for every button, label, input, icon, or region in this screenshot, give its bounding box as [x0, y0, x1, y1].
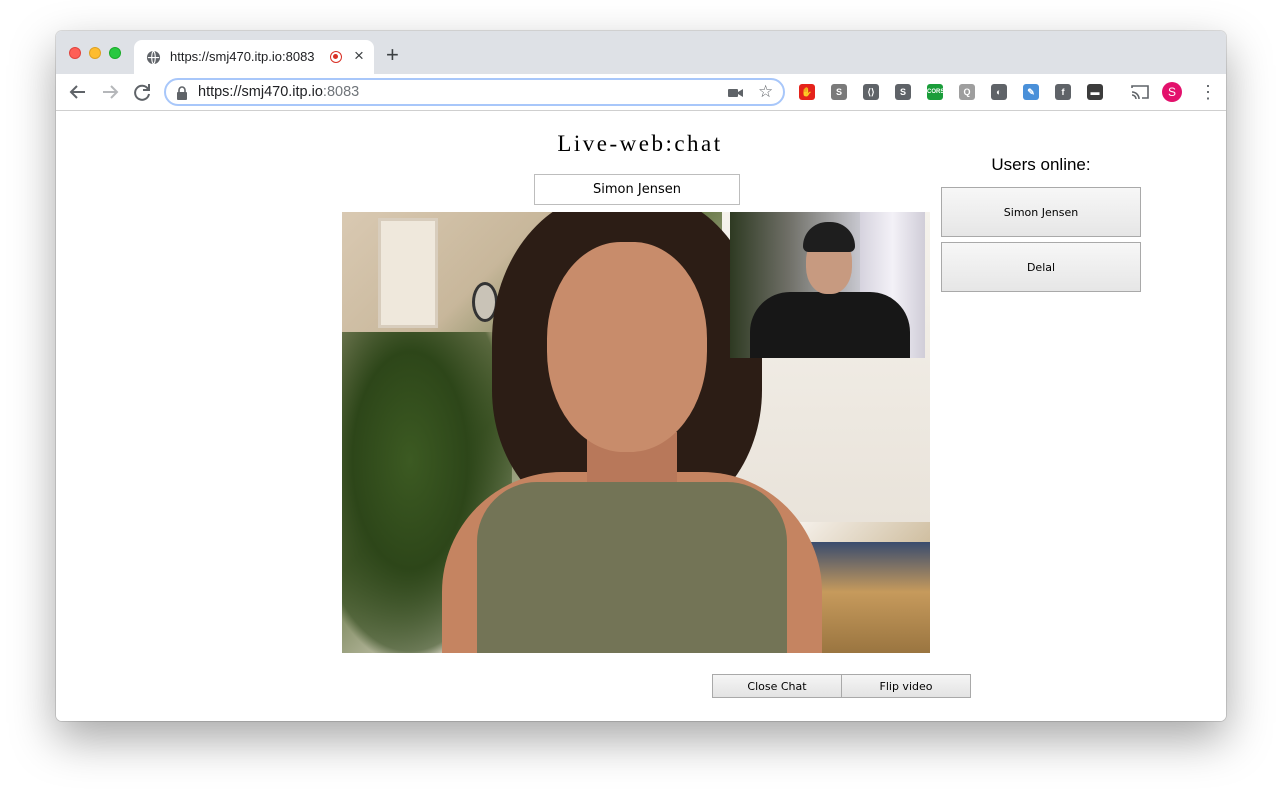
minimize-window-button[interactable] [89, 47, 101, 59]
menu-kebab-icon[interactable]: ⋮ [1199, 83, 1217, 101]
url-port: :8083 [322, 84, 360, 100]
arrow-right-icon[interactable] [98, 80, 122, 104]
video-person-face [547, 242, 707, 452]
video-person-shirt [750, 292, 910, 358]
page-content: Live-web:chat Users online: Simon Jensen… [56, 111, 1226, 721]
skype-extension-icon[interactable]: S [895, 84, 911, 100]
maximize-window-button[interactable] [109, 47, 121, 59]
close-chat-button[interactable]: Close Chat [712, 674, 842, 698]
video-wall-frame [378, 218, 438, 328]
browser-toolbar: https://smj470.itp.io:8083 ☆ ✋ S ⟨⟩ S CORS Q ◐… [56, 74, 1226, 111]
close-window-button[interactable] [69, 47, 81, 59]
username-field[interactable] [534, 174, 740, 205]
cors-extension-icon[interactable]: CORS [927, 84, 944, 100]
tab-title: https://smj470.itp.io:8083 [170, 49, 315, 64]
video-person-dress [477, 482, 787, 653]
browser-window: https://smj470.itp.io:8083 × + https://s… [56, 31, 1226, 721]
local-video [730, 212, 925, 358]
arrow-left-icon[interactable] [66, 80, 90, 104]
tab-strip: https://smj470.itp.io:8083 × + [56, 31, 1226, 74]
video-person-beanie [803, 222, 855, 252]
page-title: Live-web:chat [557, 131, 723, 156]
new-tab-button[interactable]: + [386, 43, 399, 67]
users-online-title: Users online: [991, 155, 1091, 174]
camera-icon[interactable] [728, 86, 744, 100]
bookmark-star-icon[interactable]: ☆ [758, 83, 773, 101]
flip-video-button[interactable]: Flip video [841, 674, 971, 698]
address-bar[interactable]: https://smj470.itp.io:8083 ☆ [164, 78, 785, 106]
lock-icon [177, 86, 187, 100]
tab-active[interactable]: https://smj470.itp.io:8083 × [134, 40, 374, 74]
recording-dot-icon [330, 51, 342, 63]
user-button-delal[interactable]: Delal [941, 242, 1141, 292]
user-button-simon-jensen[interactable]: Simon Jensen [941, 187, 1141, 237]
code-extension-icon[interactable]: ⟨⟩ [863, 84, 879, 100]
adblock-extension-icon[interactable]: ✋ [799, 84, 815, 100]
cast-icon[interactable] [1131, 84, 1149, 100]
profile-avatar[interactable]: S [1162, 82, 1182, 102]
dark-extension-icon[interactable]: ▬ [1087, 84, 1103, 100]
feather-extension-icon[interactable]: ✎ [1023, 84, 1039, 100]
circle-extension-icon[interactable]: ◐ [991, 84, 1007, 100]
url-text: https://smj470.itp.io:8083 [198, 84, 359, 100]
tab-close-icon[interactable]: × [354, 46, 364, 66]
url-host: https://smj470.itp.io [198, 84, 323, 100]
s-extension-icon[interactable]: S [831, 84, 847, 100]
reload-icon[interactable] [130, 80, 154, 104]
facebook-extension-icon[interactable]: f [1055, 84, 1071, 100]
chat-extension-icon[interactable]: Q [959, 84, 975, 100]
globe-icon [146, 50, 161, 65]
